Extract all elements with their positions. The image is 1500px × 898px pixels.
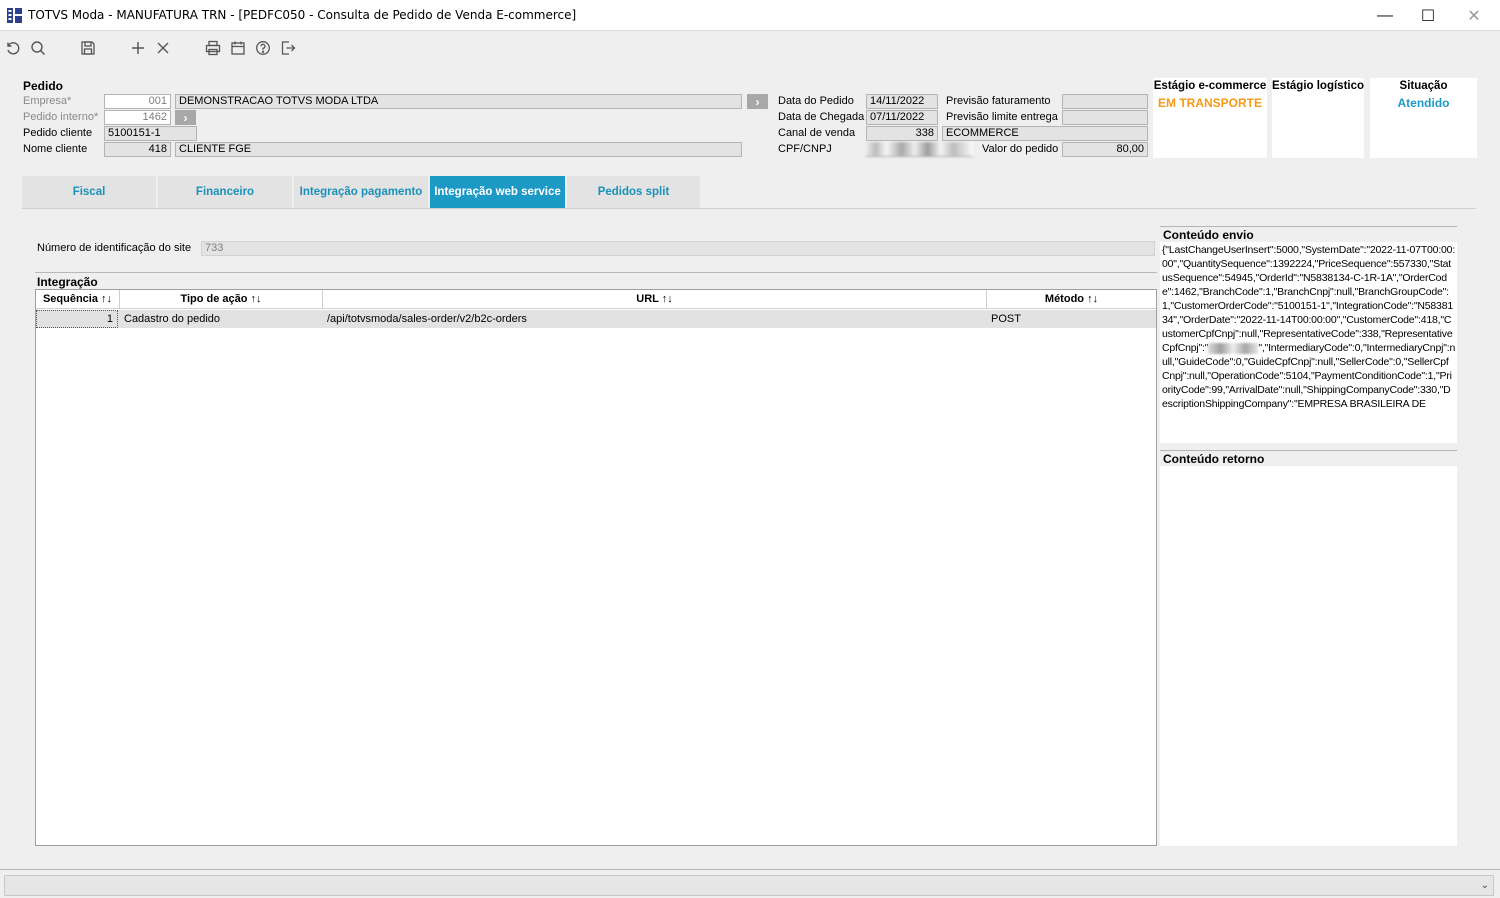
footer-divider [0,869,1500,870]
previsao-entrega-field [1062,110,1148,125]
chevron-down-icon: ⌄ [1480,880,1489,891]
situacao-title: Situação [1399,80,1448,92]
pedido-section-title: Pedido [23,79,64,93]
add-icon [132,42,144,54]
cancel-button[interactable] [152,37,174,59]
cliente-name-field: CLIENTE FGE [175,142,742,157]
estagio-ecommerce-value: EM TRANSPORTE [1157,96,1262,110]
canal-name-field: ECOMMERCE [942,126,1148,141]
conteudo-retorno-title: Conteúdo retorno [1160,450,1457,466]
conteudo-envio-title: Conteúdo envio [1160,226,1457,242]
canal-code-field: 338 [866,126,938,141]
row-url: /api/totvsmoda/sales-order/v2/b2c-orders [327,313,527,325]
tab-financeiro[interactable]: Financeiro [158,176,292,208]
previsao-faturamento-label: Previsão faturamento [946,95,1051,107]
maximize-button[interactable]: ☐ [1405,0,1451,31]
previsao-faturamento-field [1062,94,1148,109]
integracao-grid: Sequência ↑↓ Tipo de ação ↑↓ URL ↑↓ Méto… [35,289,1157,846]
canal-venda-label: Canal de venda [778,127,856,139]
tab-fiscal[interactable]: Fiscal [22,176,156,208]
help-icon [256,41,270,55]
estagio-ecommerce-title: Estágio e-commerce [1153,80,1267,92]
valor-pedido-label: Valor do pedido [982,143,1059,155]
valor-pedido-field: 80,00 [1062,142,1148,157]
pedido-cliente-label: Pedido cliente [23,127,93,139]
footer-combo[interactable]: ⌄ [4,875,1494,896]
column-sequencia[interactable]: Sequência ↑↓ [36,290,120,309]
search-icon [31,41,45,55]
cliente-code-field: 418 [104,142,171,157]
exit-icon [281,41,296,55]
tab-pedidos-split[interactable]: Pedidos split [567,176,700,208]
integracao-title: Integração [37,275,98,289]
column-url[interactable]: URL ↑↓ [323,290,987,309]
row-sequencia: 1 [36,310,118,328]
conteudo-envio-text[interactable]: {"LastChangeUserInsert":5000,"SystemDate… [1162,243,1456,411]
situacao-box: Situação Atendido [1370,78,1477,158]
minimize-button[interactable]: — [1362,0,1408,31]
estagio-logistico-box: Estágio logístico [1272,78,1364,158]
redacted-cpf [1208,342,1259,354]
column-tipo-acao[interactable]: Tipo de ação ↑↓ [120,290,323,309]
maximize-icon: ☐ [1420,7,1436,25]
site-id-field: 733 [201,241,1155,256]
conteudo-envio-panel: Conteúdo envio {"LastChangeUserInsert":5… [1160,226,1457,443]
cpf-label: CPF/CNPJ [778,143,832,155]
refresh-button[interactable] [2,37,24,59]
estagio-ecommerce-box: Estágio e-commerce EM TRANSPORTE [1153,78,1267,158]
tabs-divider [22,208,1476,209]
save-icon [81,41,95,55]
close-icon [157,42,169,54]
close-window-button[interactable]: ✕ [1451,0,1497,31]
data-chegada-label: Data de Chegada [778,111,865,123]
empresa-go-button[interactable]: › [747,94,768,109]
nome-cliente-label: Nome cliente [23,143,88,155]
search-button[interactable] [27,37,49,59]
data-chegada-field: 07/11/2022 [866,110,938,125]
pedido-cliente-field: 5100151-1 [104,126,197,141]
print-icon [205,40,221,56]
previsao-entrega-label: Previsão limite entrega [946,111,1058,123]
integracao-divider [35,272,1157,273]
empresa-name-field: DEMONSTRACAO TOTVS MODA LTDA [175,94,742,109]
save-button[interactable] [77,37,99,59]
exit-button[interactable] [277,37,299,59]
close-window-icon: ✕ [1467,7,1481,25]
table-row[interactable]: 1 Cadastro do pedido /api/totvsmoda/sale… [36,310,1156,328]
tab-integracao-pagamento[interactable]: Integração pagamento [294,176,428,208]
estagio-logistico-title: Estágio logístico [1272,80,1365,92]
refresh-icon [7,42,20,55]
row-tipo-acao: Cadastro do pedido [124,313,221,325]
cpf-redacted-field [865,142,973,157]
pedido-interno-label: Pedido interno* [23,111,99,123]
column-metodo[interactable]: Método ↑↓ [987,290,1156,309]
pedido-interno-go-button[interactable]: › [175,110,196,125]
grid-header: Sequência ↑↓ Tipo de ação ↑↓ URL ↑↓ Méto… [36,290,1156,309]
app-logo-icon [7,8,22,23]
conteudo-envio-text-a: {"LastChangeUserInsert":5000,"SystemDate… [1162,244,1456,354]
pedido-interno-field[interactable]: 1462 [104,110,171,125]
data-pedido-label: Data do Pedido [778,95,854,107]
add-button[interactable] [127,37,149,59]
row-metodo: POST [991,313,1021,325]
help-button[interactable] [252,37,274,59]
empresa-label: Empresa* [23,95,72,107]
calendar-button[interactable] [227,37,249,59]
conteudo-retorno-panel: Conteúdo retorno [1160,450,1457,846]
empresa-code-field[interactable]: 001 [104,94,171,109]
site-id-label: Número de identificação do site [37,242,192,254]
situacao-value: Atendido [1397,96,1450,110]
calendar-icon [231,41,245,55]
window-title: TOTVS Moda - MANUFATURA TRN - [PEDFC050 … [28,8,577,22]
data-pedido-field: 14/11/2022 [866,94,938,109]
minimize-icon: — [1377,6,1393,24]
title-bar: TOTVS Moda - MANUFATURA TRN - [PEDFC050 … [0,0,1500,31]
toolbar [0,33,1500,63]
print-button[interactable] [202,37,224,59]
tab-integracao-web-service[interactable]: Integração web service [430,176,565,208]
